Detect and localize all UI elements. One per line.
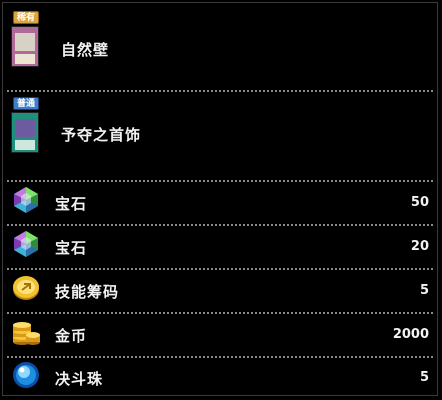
item-name: 自然壁 — [61, 41, 110, 59]
list-item[interactable]: 宝石 20 — [3, 227, 437, 267]
item-quantity: 50 — [410, 195, 429, 210]
list-item[interactable]: 普通 予夺之首饰 — [3, 93, 437, 179]
item-name: 宝石 — [55, 239, 88, 257]
trap-card-icon — [11, 26, 39, 67]
list-item[interactable]: 金币 2000 — [3, 315, 437, 355]
spell-card-icon — [11, 112, 39, 153]
item-quantity: 20 — [410, 239, 429, 254]
gem-icon — [14, 231, 38, 257]
list-item[interactable]: 技能筹码 5 — [3, 271, 437, 311]
item-name: 决斗珠 — [55, 370, 104, 388]
item-quantity: 2000 — [392, 327, 429, 342]
separator — [7, 224, 433, 226]
rarity-badge: 稀有 — [13, 11, 39, 24]
item-name: 技能筹码 — [55, 283, 120, 301]
duel-orb-icon — [13, 362, 39, 388]
gem-icon — [14, 187, 38, 213]
separator — [7, 268, 433, 270]
item-name: 予夺之首饰 — [61, 126, 142, 144]
separator — [7, 312, 433, 314]
skill-chip-icon — [13, 276, 39, 300]
rarity-badge: 普通 — [13, 97, 39, 110]
list-item[interactable]: 决斗珠 5 — [3, 359, 437, 395]
item-name: 金币 — [55, 327, 88, 345]
separator — [7, 180, 433, 182]
item-quantity: 5 — [419, 283, 429, 298]
separator — [7, 356, 433, 358]
item-quantity: 5 — [419, 370, 429, 385]
gold-coins-icon — [13, 322, 40, 345]
separator — [7, 90, 433, 92]
reward-list-panel: 稀有 自然壁 普通 予夺之首饰 宝石 50 宝石 20 技能筹码 5 金币 20… — [2, 2, 438, 396]
list-item[interactable]: 宝石 50 — [3, 183, 437, 223]
item-name: 宝石 — [55, 195, 88, 213]
list-item[interactable]: 稀有 自然壁 — [3, 3, 437, 89]
